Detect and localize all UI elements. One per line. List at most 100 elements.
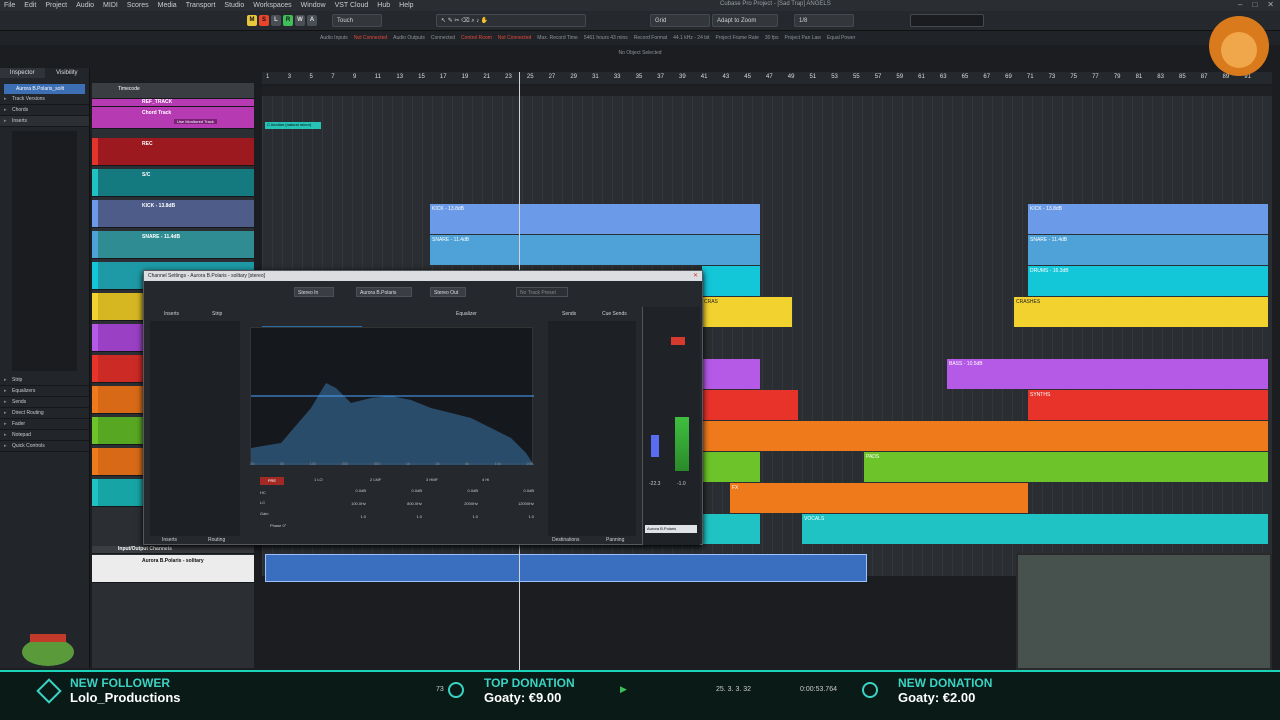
eq-spectrum-display[interactable] (250, 327, 534, 465)
menu-edit[interactable]: Edit (24, 2, 36, 9)
tab-panning[interactable]: Panning (606, 537, 624, 543)
clip-kick[interactable]: KICK - 13.8dB (1028, 204, 1268, 234)
inserts-slots[interactable] (12, 131, 77, 371)
clip-vocals[interactable] (702, 514, 760, 544)
clip-snare[interactable]: SNARE - 11.4dB (1028, 235, 1268, 265)
transport-position[interactable]: 25. 3. 3. 32 (716, 686, 751, 693)
inspector-section-direct-routing[interactable]: Direct Routing (0, 408, 89, 419)
play-icon[interactable]: ▶ (620, 684, 630, 694)
band-freq[interactable]: 2000Hz (426, 501, 478, 506)
track-kick[interactable]: KICK - 13.8dB (92, 200, 254, 228)
menu-media[interactable]: Media (158, 2, 177, 9)
track-chord[interactable]: Chord Track Use Monitored Track (92, 107, 254, 129)
gain-label[interactable]: Gain (260, 511, 268, 516)
eq-band-4[interactable]: 4 HI 0.0dB 12000Hz 1.0 (482, 477, 534, 529)
track-rec[interactable]: REC (92, 138, 254, 166)
tab-routing[interactable]: Routing (208, 537, 225, 543)
clip-pads[interactable] (702, 452, 760, 482)
inspector-section-chords[interactable]: Chords (0, 105, 89, 116)
eq-band-2[interactable]: 2 LMF 0.0dB 800.0Hz 1.0 (370, 477, 422, 529)
band-gain[interactable]: 0.0dB (482, 488, 534, 493)
tab-inserts-bottom[interactable]: Inserts (162, 537, 177, 543)
hc-label[interactable]: HC (260, 490, 266, 495)
chord-event[interactable]: C Aeolian (natural minor) (265, 122, 321, 129)
lc-label[interactable]: LC (260, 500, 265, 505)
menu-help[interactable]: Help (399, 2, 413, 9)
eq-band-3[interactable]: 3 HMF 0.0dB 2000Hz 1.0 (426, 477, 478, 529)
inspector-track-name[interactable]: Aurora B.Polaris_solit (4, 84, 85, 94)
snap-adapt-select[interactable]: Adapt to Zoom (712, 14, 778, 27)
track-aurora[interactable]: Aurora B.Polaris - solitary (92, 555, 254, 583)
tab-destinations[interactable]: Destinations (552, 537, 580, 543)
automation-toggle[interactable]: A (307, 15, 317, 26)
record-enable-button[interactable] (671, 337, 685, 345)
eq-pre-button[interactable]: PRE (260, 477, 284, 485)
insert-slots[interactable] (150, 321, 240, 536)
read-toggle[interactable]: R (283, 15, 293, 26)
inspector-section-equalizers[interactable]: Equalizers (0, 386, 89, 397)
tab-visibility[interactable]: Visibility (45, 68, 90, 78)
timeline-ruler[interactable]: 1 3 5 7 9 11 13 15 17 19 21 23 25 27 29 31 33 35 37 39 41 43 4… (262, 72, 1272, 84)
inspector-section-track-versions[interactable]: Track Versions (0, 94, 89, 105)
clip-vocals[interactable]: VOCALS (802, 514, 1268, 544)
clip-orange[interactable] (702, 421, 1268, 451)
fader-handle[interactable] (651, 435, 659, 457)
clip-bass[interactable] (702, 359, 760, 389)
fader-value[interactable]: -22.3 (649, 481, 660, 487)
menu-vst-cloud[interactable]: VST Cloud (335, 2, 369, 9)
input-routing-select[interactable]: Stereo In (294, 287, 334, 297)
clip-fx[interactable]: FX (730, 483, 1028, 513)
tab-inserts[interactable]: Inserts (164, 311, 179, 317)
band-freq[interactable]: 100.0Hz (314, 501, 366, 506)
clip-synths[interactable] (702, 390, 798, 420)
transport-time[interactable]: 0:00:53.764 (800, 686, 837, 693)
eq-band-1[interactable]: 1 LO 0.0dB 100.0Hz 1.0 (314, 477, 366, 529)
write-toggle[interactable]: W (295, 15, 305, 26)
band-gain[interactable]: 0.0dB (370, 488, 422, 493)
snap-type-select[interactable]: Grid (650, 14, 710, 27)
output-routing-select[interactable]: Stereo Out (430, 287, 466, 297)
menu-midi[interactable]: MIDI (103, 2, 118, 9)
use-monitored-track-button[interactable]: Use Monitored Track (174, 119, 217, 124)
solo-toggle[interactable]: S (259, 15, 269, 26)
clip-bass[interactable]: BASS - 10.5dB (947, 359, 1268, 389)
close-icon[interactable]: ✕ (693, 272, 698, 279)
menu-project[interactable]: Project (45, 2, 67, 9)
inspector-section-fader[interactable]: Fader (0, 419, 89, 430)
band-gain[interactable]: 0.0dB (426, 488, 478, 493)
folder-io-channels[interactable]: Input/Output Channels (92, 546, 254, 554)
band-gain[interactable]: 0.0dB (314, 488, 366, 493)
inspector-section-inserts[interactable]: Inserts (0, 116, 89, 127)
menu-transport[interactable]: Transport (186, 2, 216, 9)
clip-pads[interactable]: PADS (864, 452, 1268, 482)
menu-hub[interactable]: Hub (377, 2, 390, 9)
transport-tempo[interactable]: 73 (436, 686, 444, 693)
mute-toggle[interactable]: M (247, 15, 257, 26)
track-ref[interactable]: REF_TRACK (92, 99, 254, 107)
sends-header[interactable]: Sends (562, 311, 576, 317)
inspector-section-notepad[interactable]: Notepad (0, 430, 89, 441)
menu-scores[interactable]: Scores (127, 2, 149, 9)
clip-crashes[interactable]: CRASHES (1014, 297, 1268, 327)
send-slots[interactable] (548, 321, 636, 536)
clip-aurora-audio[interactable] (265, 554, 867, 582)
inspector-section-quick-controls[interactable]: Quick Controls (0, 441, 89, 452)
menu-audio[interactable]: Audio (76, 2, 94, 9)
listen-toggle[interactable]: L (271, 15, 281, 26)
band-freq[interactable]: 800.0Hz (370, 501, 422, 506)
band-q[interactable]: 1.0 (314, 514, 366, 519)
tool-buttons[interactable]: ↖ ✎ ✂ ⌫ ⌕ ♪ ✋ (436, 14, 586, 27)
phase-label[interactable]: Phase 0° (270, 523, 286, 528)
band-q[interactable]: 1.0 (482, 514, 534, 519)
track-snare[interactable]: SNARE - 11.4dB (92, 231, 254, 259)
automation-mode-select[interactable]: Touch (332, 14, 382, 27)
tab-strip[interactable]: Strip (212, 311, 222, 317)
menu-studio[interactable]: Studio (224, 2, 244, 9)
inspector-section-sends[interactable]: Sends (0, 397, 89, 408)
clip-crashes[interactable]: CRAS (702, 297, 792, 327)
clip-kick[interactable]: KICK - 13.8dB (430, 204, 760, 234)
inspector-section-strip[interactable]: Strip (0, 375, 89, 386)
clip-drums[interactable] (702, 266, 760, 296)
menu-file[interactable]: File (4, 2, 15, 9)
channel-select[interactable]: Aurora B.Polaris (356, 287, 412, 297)
